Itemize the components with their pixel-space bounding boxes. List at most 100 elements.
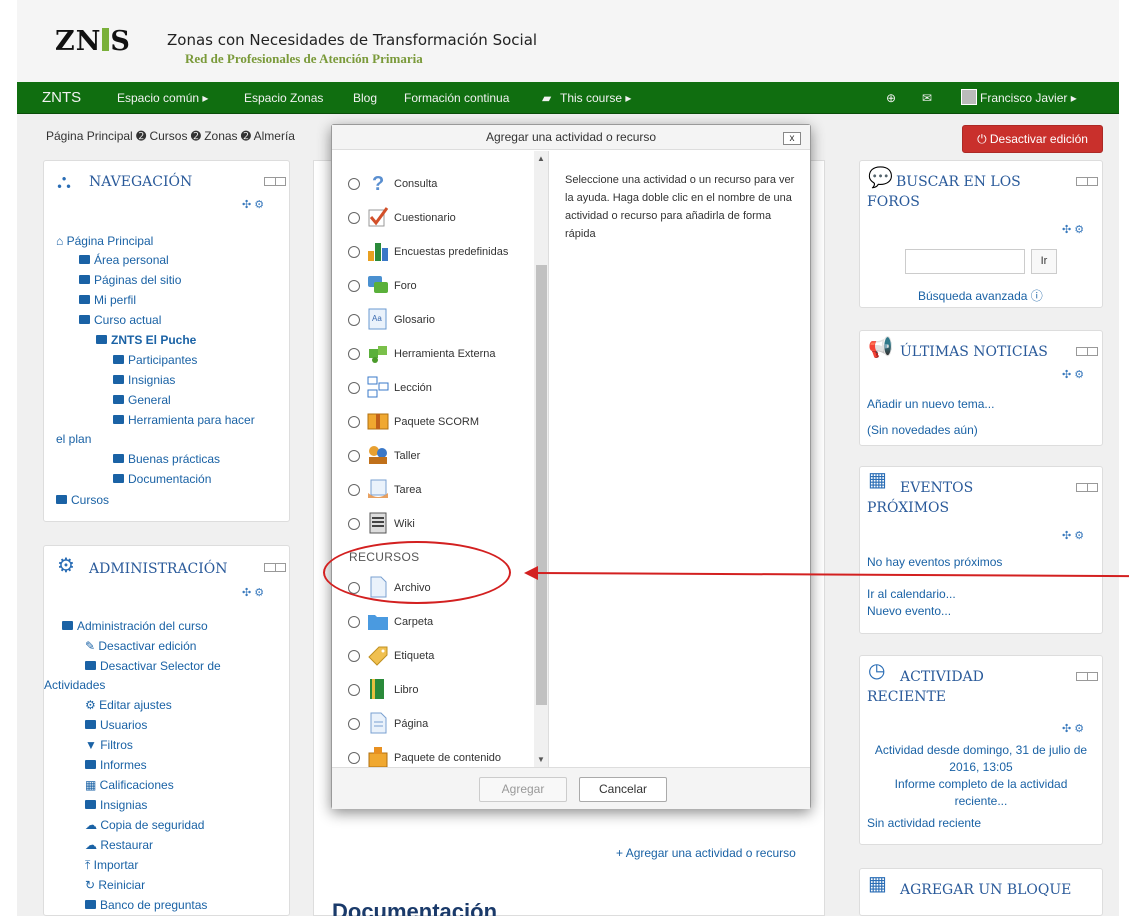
radio-button[interactable] — [348, 416, 360, 428]
admin-reports[interactable]: Informes — [85, 758, 147, 772]
messages-icon[interactable]: ✉ — [922, 91, 932, 105]
add-activity-link[interactable]: + Agregar una actividad o recurso — [616, 846, 796, 860]
admin-activity-chooser-cont[interactable]: Actividades — [44, 678, 105, 692]
admin-grades[interactable]: ▦ Calificaciones — [85, 778, 174, 792]
breadcrumb-home[interactable]: Página Principal — [46, 129, 133, 143]
nav-buenas-practicas[interactable]: Buenas prácticas — [113, 452, 220, 466]
block-controls-icon[interactable] — [1076, 177, 1098, 186]
nav-general[interactable]: General — [113, 393, 171, 407]
nav-course-znts[interactable]: ZNTS El Puche — [96, 333, 196, 347]
dialog-footer: Agregar Cancelar — [332, 767, 810, 809]
navbar-brand[interactable]: ZNTS — [42, 89, 81, 106]
admin-question-bank[interactable]: Banco de preguntas — [85, 898, 207, 912]
admin-users[interactable]: Usuarios — [85, 718, 147, 732]
move-icon[interactable]: ✣ ⚙ — [1062, 368, 1084, 381]
book-icon: ▰ — [542, 91, 552, 105]
move-icon[interactable]: ✣ ⚙ — [1062, 223, 1084, 236]
radio-button[interactable] — [348, 382, 360, 394]
advanced-search-link[interactable]: Búsqueda avanzada ⓘ — [918, 287, 1043, 304]
breadcrumb-zonas[interactable]: Zonas — [204, 129, 237, 143]
nav-espacio-zonas[interactable]: Espacio Zonas — [244, 91, 323, 105]
scroll-down-icon[interactable]: ▼ — [537, 755, 545, 764]
turn-editing-off-label: Desactivar edición — [989, 132, 1088, 146]
radio-button[interactable] — [348, 718, 360, 730]
notifications-icon[interactable]: ⊕ — [886, 91, 896, 105]
radio-button[interactable] — [348, 752, 360, 764]
scrollbar-thumb[interactable] — [536, 265, 547, 705]
radio-button[interactable] — [348, 650, 360, 662]
radio-button[interactable] — [348, 684, 360, 696]
nav-area-personal[interactable]: Área personal — [79, 253, 169, 267]
move-icon[interactable]: ✣ ⚙ — [242, 586, 264, 599]
glossary-icon: Aa — [366, 307, 390, 331]
admin-import[interactable]: ⤒ Importar — [85, 858, 138, 872]
nav-cursos[interactable]: Cursos — [56, 493, 109, 507]
breadcrumb-cursos[interactable]: Cursos — [149, 129, 187, 143]
dialog-title: Agregar una actividad o recurso — [332, 125, 810, 150]
nav-this-course[interactable]: This course ▸ — [560, 91, 631, 105]
admin-backup[interactable]: ☁ Copia de seguridad — [85, 818, 204, 832]
scroll-up-icon[interactable]: ▲ — [537, 154, 545, 163]
nav-blog[interactable]: Blog — [353, 91, 377, 105]
nav-curso-actual[interactable]: Curso actual — [79, 313, 161, 327]
nav-herramienta-cont[interactable]: el plan — [56, 432, 91, 446]
nav-insignias[interactable]: Insignias — [113, 373, 175, 387]
search-go-button[interactable]: Ir — [1031, 249, 1057, 274]
block-controls-icon[interactable] — [264, 177, 286, 186]
nav-espacio-comun[interactable]: Espacio común ▸ — [117, 91, 208, 105]
block-controls-icon[interactable] — [264, 563, 286, 572]
search-input[interactable] — [905, 249, 1025, 274]
latest-news-title: ÚLTIMAS NOTICIAS — [900, 344, 1048, 360]
cancel-button[interactable]: Cancelar — [579, 777, 667, 802]
latest-news-block: 📢 ÚLTIMAS NOTICIAS ✣ ⚙ Añadir un nuevo t… — [859, 330, 1103, 446]
activity-options-list[interactable]: ? Consulta Cuestionario Encuestas predefi… — [332, 151, 547, 767]
page-icon — [85, 661, 96, 670]
block-controls-icon[interactable] — [1076, 483, 1098, 492]
full-report-link[interactable]: Informe completo de la actividad — [860, 776, 1102, 793]
nav-paginas-sitio[interactable]: Páginas del sitio — [79, 273, 181, 287]
avatar[interactable] — [961, 89, 977, 105]
nav-herramienta[interactable]: Herramienta para hacer — [113, 413, 255, 427]
nav-mi-perfil[interactable]: Mi perfil — [79, 293, 136, 307]
nav-participantes[interactable]: Participantes — [113, 353, 197, 367]
nav-documentacion[interactable]: Documentación — [113, 472, 211, 486]
close-button[interactable]: x — [783, 132, 801, 145]
radio-button[interactable] — [348, 348, 360, 360]
radio-button[interactable] — [348, 518, 360, 530]
move-icon[interactable]: ✣ ⚙ — [1062, 722, 1084, 735]
admin-badges[interactable]: Insignias — [85, 798, 147, 812]
new-event-link[interactable]: Nuevo evento... — [867, 604, 951, 618]
radio-button[interactable] — [348, 484, 360, 496]
move-icon[interactable]: ✣ ⚙ — [242, 198, 264, 211]
nav-home[interactable]: ⌂ Página Principal — [56, 234, 153, 248]
admin-course-admin[interactable]: Administración del curso — [62, 619, 208, 633]
admin-edit-settings[interactable]: ⚙ Editar ajustes — [85, 698, 172, 712]
breadcrumb-almeria[interactable]: Almería — [254, 129, 295, 143]
admin-filters[interactable]: ▼ Filtros — [85, 738, 133, 752]
activity-title-1: ACTIVIDAD — [900, 669, 984, 685]
site-logo[interactable]: ZN S — [55, 26, 131, 57]
radio-button[interactable] — [348, 616, 360, 628]
admin-reset[interactable]: ↻ Reiniciar — [85, 878, 145, 892]
radio-button[interactable] — [348, 246, 360, 258]
calendar-link[interactable]: Ir al calendario... — [867, 587, 956, 601]
user-menu[interactable]: Francisco Javier ▸ — [980, 91, 1077, 105]
admin-restore[interactable]: ☁ Restaurar — [85, 838, 153, 852]
admin-activity-chooser[interactable]: Desactivar Selector de — [85, 659, 221, 673]
block-controls-icon[interactable] — [1076, 347, 1098, 356]
block-controls-icon[interactable] — [1076, 672, 1098, 681]
add-button[interactable]: Agregar — [479, 777, 567, 802]
radio-button[interactable] — [348, 314, 360, 326]
add-news-link[interactable]: Añadir un nuevo tema... — [867, 397, 994, 411]
move-icon[interactable]: ✣ ⚙ — [1062, 529, 1084, 542]
radio-button[interactable] — [348, 178, 360, 190]
admin-turn-editing-off[interactable]: ✎ Desactivar edición — [85, 639, 196, 653]
nav-formacion-continua[interactable]: Formación continua — [404, 91, 509, 105]
full-report-link-cont[interactable]: reciente... — [860, 793, 1102, 810]
radio-button[interactable] — [348, 280, 360, 292]
radio-button[interactable] — [348, 212, 360, 224]
events-title-1: EVENTOS — [900, 480, 974, 496]
radio-button[interactable] — [348, 450, 360, 462]
options-scrollbar[interactable]: ▲ ▼ — [534, 151, 549, 767]
turn-editing-off-button[interactable]: ⏻ Desactivar edición — [962, 125, 1103, 153]
